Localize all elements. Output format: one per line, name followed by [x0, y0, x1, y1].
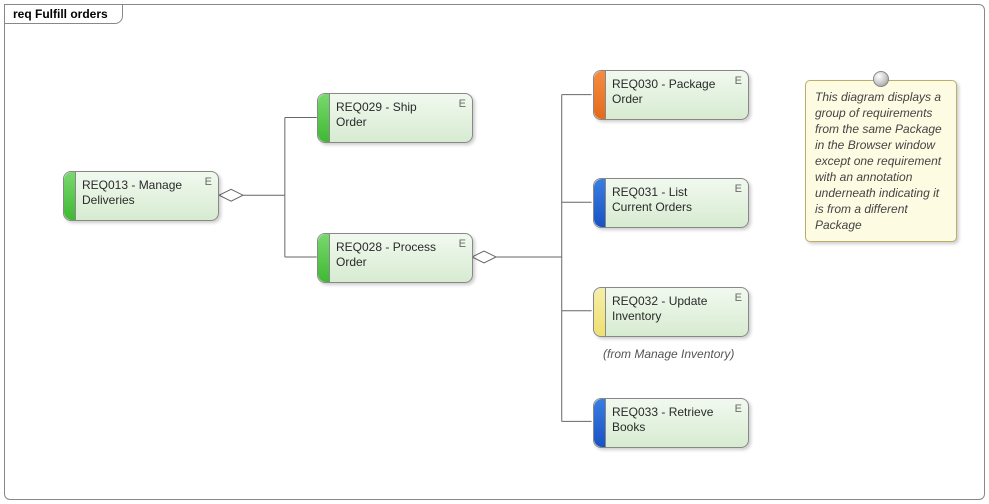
color-bar [594, 71, 606, 119]
color-bar [594, 288, 606, 336]
req-box-retrieve-books[interactable]: REQ033 - Retrieve Books E [593, 398, 749, 448]
color-bar [318, 234, 330, 282]
element-marker: E [735, 75, 742, 87]
diagram-frame: req Fulfill orders [4, 4, 985, 500]
element-marker: E [459, 98, 466, 110]
req-box-package-order[interactable]: REQ030 - Package Order E [593, 70, 749, 120]
frame-title: req Fulfill orders [13, 7, 108, 21]
diagram-note[interactable]: This diagram displays a group of require… [805, 80, 957, 242]
frame-title-tab: req Fulfill orders [4, 4, 123, 24]
element-marker: E [205, 176, 212, 188]
req-box-process-order[interactable]: REQ028 - Process Order E [317, 233, 473, 283]
req-label: REQ032 - Update Inventory [612, 294, 726, 324]
color-bar [318, 94, 330, 142]
note-text: This diagram displays a group of require… [815, 90, 942, 232]
req-label: REQ013 - Manage Deliveries [82, 178, 196, 208]
req-box-manage-deliveries[interactable]: REQ013 - Manage Deliveries E [63, 171, 219, 221]
element-marker: E [735, 403, 742, 415]
color-bar [64, 172, 76, 220]
req-label: REQ031 - List Current Orders [612, 185, 726, 215]
req-label: REQ029 - Ship Order [336, 100, 450, 130]
req-label: REQ033 - Retrieve Books [612, 405, 726, 435]
pin-icon [873, 71, 889, 87]
req-label: REQ028 - Process Order [336, 240, 450, 270]
element-marker: E [459, 238, 466, 250]
color-bar [594, 399, 606, 447]
req-label: REQ030 - Package Order [612, 77, 726, 107]
req-box-ship-order[interactable]: REQ029 - Ship Order E [317, 93, 473, 143]
element-marker: E [735, 292, 742, 304]
color-bar [594, 179, 606, 227]
req-box-update-inventory[interactable]: REQ032 - Update Inventory E [593, 287, 749, 337]
req-box-list-current-orders[interactable]: REQ031 - List Current Orders E [593, 178, 749, 228]
external-package-annotation: (from Manage Inventory) [603, 347, 734, 361]
element-marker: E [735, 183, 742, 195]
